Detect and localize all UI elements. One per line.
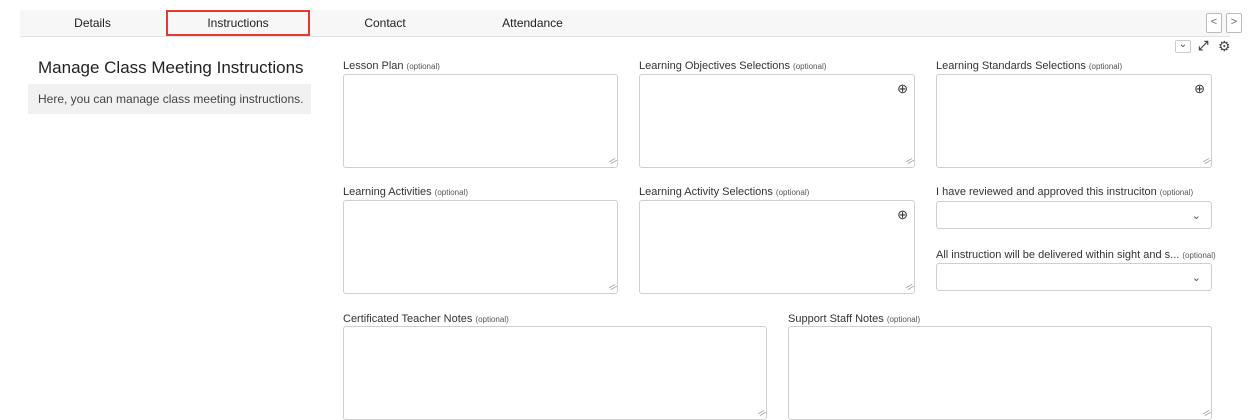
resize-grip-icon[interactable]: // — [1202, 408, 1213, 419]
reviewed-approved-label: I have reviewed and approved this instru… — [936, 186, 1194, 198]
teacher-notes-label: Certificated Teacher Notes (optional) — [343, 313, 509, 325]
learning-objectives-field[interactable]: ⊕ // — [639, 74, 915, 168]
lesson-plan-label: Lesson Plan (optional) — [343, 60, 440, 72]
previous-tab-button[interactable]: < — [1206, 13, 1222, 33]
delivered-within-sight-select[interactable]: ⌄ — [936, 263, 1212, 291]
learning-standards-label: Learning Standards Selections (optional) — [936, 60, 1123, 72]
layout-dropdown-button[interactable]: ⌄ — [1175, 40, 1191, 53]
learning-standards-field[interactable]: ⊕ // — [936, 74, 1212, 168]
delivered-within-sight-label: All instruction will be delivered within… — [936, 249, 1216, 261]
reviewed-approved-select[interactable]: ⌄ — [936, 201, 1212, 229]
tab-bar: Details Instructions Contact Attendance — [20, 10, 1230, 37]
learning-activity-selections-field[interactable]: ⊕ // — [639, 200, 915, 294]
resize-grip-icon[interactable]: // — [905, 156, 916, 167]
tab-instructions[interactable]: Instructions — [166, 10, 310, 36]
tab-contact[interactable]: Contact — [310, 10, 460, 36]
chevron-down-icon: ⌄ — [1191, 272, 1201, 284]
learning-activities-label: Learning Activities (optional) — [343, 186, 469, 198]
learning-activity-selections-label: Learning Activity Selections (optional) — [639, 186, 810, 198]
expand-icon[interactable]: ⤢ — [1198, 38, 1208, 54]
tab-details[interactable]: Details — [20, 10, 165, 36]
tab-attendance[interactable]: Attendance — [460, 10, 605, 36]
zoom-in-icon[interactable]: ⊕ — [897, 81, 908, 97]
teacher-notes-textarea[interactable]: // — [343, 326, 767, 420]
learning-activities-textarea[interactable]: // — [343, 200, 618, 294]
next-tab-button[interactable]: > — [1226, 13, 1242, 33]
staff-notes-textarea[interactable]: // — [788, 326, 1212, 420]
resize-grip-icon[interactable]: // — [608, 282, 619, 293]
page-description: Here, you can manage class meeting instr… — [28, 84, 311, 114]
zoom-in-icon[interactable]: ⊕ — [1194, 81, 1205, 97]
learning-objectives-label: Learning Objectives Selections (optional) — [639, 60, 827, 72]
page-title: Manage Class Meeting Instructions — [38, 58, 304, 77]
lesson-plan-textarea[interactable]: // — [343, 74, 618, 168]
zoom-in-icon[interactable]: ⊕ — [897, 207, 908, 223]
resize-grip-icon[interactable]: // — [608, 156, 619, 167]
resize-grip-icon[interactable]: // — [757, 408, 768, 419]
staff-notes-label: Support Staff Notes (optional) — [788, 313, 921, 325]
chevron-down-icon: ⌄ — [1191, 210, 1201, 222]
resize-grip-icon[interactable]: // — [1202, 156, 1213, 167]
resize-grip-icon[interactable]: // — [905, 282, 916, 293]
settings-gear-icon[interactable]: ⚙ — [1218, 38, 1231, 55]
